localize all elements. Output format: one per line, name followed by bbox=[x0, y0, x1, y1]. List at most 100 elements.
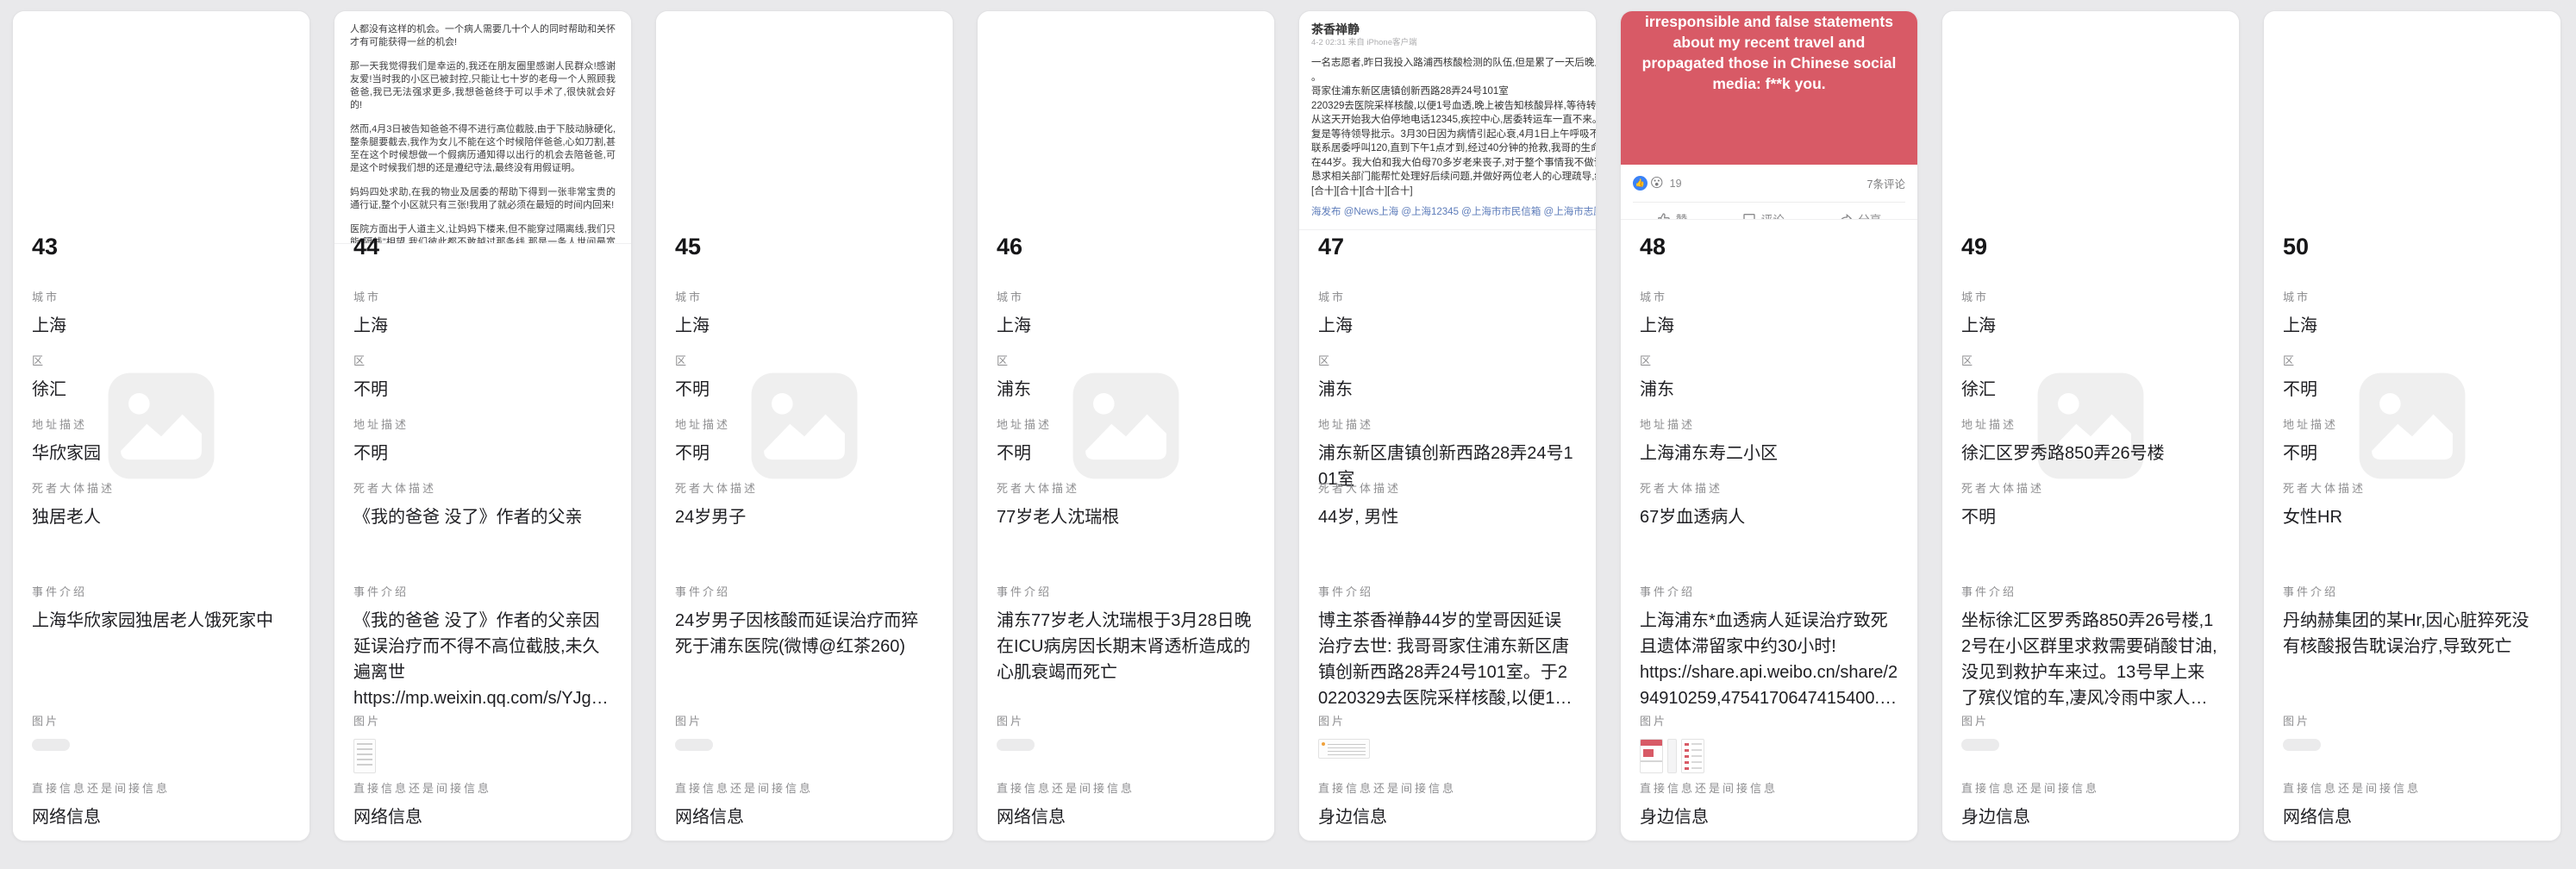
field-label-event: 事件介绍 bbox=[1961, 585, 2220, 599]
field-value-direct: 网络信息 bbox=[2283, 804, 2542, 830]
field-label-direct: 直接信息还是间接信息 bbox=[353, 782, 612, 796]
field-value-event: 上海华欣家园独居老人饿死家中 bbox=[32, 608, 291, 634]
field-value-event: 浦东77岁老人沈瑞根于3月28日晚在ICU病房因长期末肾透析造成的心肌衰竭而死亡 bbox=[997, 608, 1255, 685]
record-card-47[interactable]: 茶香禅静 4-2 02:31 来自 iPhone客户端 一名志愿者,昨日我投入路… bbox=[1298, 10, 1597, 841]
field-value-address: 不明 bbox=[997, 441, 1255, 466]
field-label-direct: 直接信息还是间接信息 bbox=[32, 782, 291, 796]
field-value-district: 浦东 bbox=[1640, 377, 1898, 403]
field-label-deceased: 死者大体描述 bbox=[32, 482, 291, 496]
field-label-address: 地址描述 bbox=[353, 418, 612, 432]
field-label-direct: 直接信息还是间接信息 bbox=[997, 782, 1255, 796]
field-label-district: 区 bbox=[32, 354, 291, 368]
field-label-image: 图片 bbox=[2283, 715, 2542, 728]
record-number: 48 bbox=[1640, 232, 1898, 261]
field-label-image: 图片 bbox=[1961, 715, 2220, 728]
record-card-48[interactable]: irresponsible and false statements about… bbox=[1620, 10, 1918, 841]
attachment-thumbnail[interactable] bbox=[1681, 739, 1704, 773]
field-label-district: 区 bbox=[1961, 354, 2220, 368]
field-label-event: 事件介绍 bbox=[1640, 585, 1898, 599]
field-value-address: 华欣家园 bbox=[32, 441, 291, 466]
field-value-direct: 网络信息 bbox=[675, 804, 934, 830]
field-label-address: 地址描述 bbox=[675, 418, 934, 432]
field-label-deceased: 死者大体描述 bbox=[353, 482, 612, 496]
field-value-address: 不明 bbox=[353, 441, 612, 466]
field-label-deceased: 死者大体描述 bbox=[1318, 482, 1577, 496]
field-value-address: 不明 bbox=[675, 441, 934, 466]
field-label-city: 城市 bbox=[997, 291, 1255, 304]
weibo-post-text: 复是等待领导批示。3月30日因为病情引起心衰,4月1日上午呼吸不畅, bbox=[1311, 128, 1596, 142]
attachment-thumbnail[interactable] bbox=[675, 739, 713, 751]
field-label-deceased: 死者大体描述 bbox=[997, 482, 1255, 496]
attachment-thumbnail[interactable] bbox=[2283, 739, 2321, 751]
attachment-thumbnail[interactable] bbox=[1640, 739, 1663, 773]
attachment-thumbnail[interactable] bbox=[1318, 739, 1370, 759]
weibo-username: 茶香禅静 bbox=[1311, 22, 1596, 37]
field-label-district: 区 bbox=[353, 354, 612, 368]
comment-count: 7条评论 bbox=[1867, 175, 1905, 191]
field-value-district: 浦东 bbox=[997, 377, 1255, 403]
record-card-49[interactable]: 49 城市上海 区徐汇 地址描述徐汇区罗秀路850弄26号楼 死者大体描述不明 … bbox=[1941, 10, 2240, 841]
field-label-event: 事件介绍 bbox=[1318, 585, 1577, 599]
attachment-thumbnail[interactable] bbox=[997, 739, 1035, 751]
record-number: 43 bbox=[32, 232, 291, 261]
field-label-address: 地址描述 bbox=[1640, 418, 1898, 432]
weibo-post-text: 220329去医院采样核酸,以便1号血透,晚上被告知核酸异样,等待转移 bbox=[1311, 99, 1596, 114]
field-value-deceased: 77岁老人沈瑞根 bbox=[997, 504, 1255, 530]
field-value-event: 丹纳赫集团的某Hr,因心脏猝死没有核酸报告耽误治疗,导致死亡 bbox=[2283, 608, 2542, 660]
field-value-city: 上海 bbox=[675, 313, 934, 339]
field-value-district: 不明 bbox=[675, 377, 934, 403]
field-value-address: 不明 bbox=[2283, 441, 2542, 466]
field-value-deceased: 独居老人 bbox=[32, 504, 291, 530]
field-value-deceased: 《我的爸爸 没了》作者的父亲 bbox=[353, 504, 612, 530]
weibo-post-text: [合十][合十][合十][合十] bbox=[1311, 184, 1596, 199]
record-card-46[interactable]: 46 城市上海 区浦东 地址描述不明 死者大体描述77岁老人沈瑞根 事件介绍浦东… bbox=[977, 10, 1275, 841]
record-card-50[interactable]: 50 城市上海 区不明 地址描述不明 死者大体描述女性HR 事件介绍丹纳赫集团的… bbox=[2263, 10, 2561, 841]
field-value-event: 24岁男子因核酸而延误治疗而猝死于浦东医院(微博@红茶260) bbox=[675, 608, 934, 660]
field-label-city: 城市 bbox=[1318, 291, 1577, 304]
record-card-44[interactable]: 人都没有这样的机会。一个病人需要几十个人的同时帮助和关怀才有可能获得一丝的机会!… bbox=[334, 10, 632, 841]
field-value-direct: 身边信息 bbox=[1961, 804, 2220, 830]
field-value-deceased: 不明 bbox=[1961, 504, 2220, 530]
field-label-city: 城市 bbox=[2283, 291, 2542, 304]
field-label-address: 地址描述 bbox=[1318, 418, 1577, 432]
field-value-deceased: 44岁, 男性 bbox=[1318, 504, 1577, 530]
article-paragraph: 人都没有这样的机会。一个病人需要几十个人的同时帮助和关怀才有可能获得一丝的机会! bbox=[350, 23, 616, 49]
field-label-district: 区 bbox=[1640, 354, 1898, 368]
field-value-direct: 网络信息 bbox=[32, 804, 291, 830]
record-card-43[interactable]: 43 城市上海 区徐汇 地址描述华欣家园 死者大体描述独居老人 事件介绍上海华欣… bbox=[12, 10, 310, 841]
field-label-city: 城市 bbox=[32, 291, 291, 304]
field-label-district: 区 bbox=[675, 354, 934, 368]
field-value-city: 上海 bbox=[2283, 313, 2542, 339]
field-label-event: 事件介绍 bbox=[997, 585, 1255, 599]
field-label-address: 地址描述 bbox=[2283, 418, 2542, 432]
field-value-city: 上海 bbox=[1318, 313, 1577, 339]
field-label-district: 区 bbox=[997, 354, 1255, 368]
field-label-deceased: 死者大体描述 bbox=[675, 482, 934, 496]
field-label-event: 事件介绍 bbox=[2283, 585, 2542, 599]
field-value-city: 上海 bbox=[353, 313, 612, 339]
weibo-post-text: 。 bbox=[1311, 71, 1596, 85]
comment-icon bbox=[1742, 212, 1756, 220]
field-label-image: 图片 bbox=[1640, 715, 1898, 728]
wow-reaction-icon: 😮 bbox=[1650, 176, 1664, 191]
attachment-thumbnail[interactable] bbox=[1961, 739, 1999, 751]
article-paragraph: 那一天我觉得我们是幸运的,我还在朋友圈里感谢人民群众!感谢友爱!当时我的小区已被… bbox=[350, 60, 616, 112]
attachment-thumbnail[interactable] bbox=[1667, 739, 1677, 773]
weibo-post-text: 从这天开始我大伯停地电话12345,疾控中心,居委转运车一直不来。永 bbox=[1311, 113, 1596, 128]
attachment-thumbnail[interactable] bbox=[32, 739, 70, 751]
field-label-image: 图片 bbox=[32, 715, 291, 728]
field-label-event: 事件介绍 bbox=[675, 585, 934, 599]
field-value-city: 上海 bbox=[997, 313, 1255, 339]
weibo-mention-links: 海发布 @News上海 @上海12345 @上海市市民信箱 @上海市志愿者协会 bbox=[1311, 205, 1596, 220]
field-value-city: 上海 bbox=[1640, 313, 1898, 339]
field-label-address: 地址描述 bbox=[1961, 418, 2220, 432]
facebook-reactions: 👍 😮 19 bbox=[1633, 176, 1682, 191]
card-cover-article-screenshot: 人都没有这样的机会。一个病人需要几十个人的同时帮助和关怀才有可能获得一丝的机会!… bbox=[335, 11, 631, 244]
field-label-image: 图片 bbox=[1318, 715, 1577, 728]
attachment-thumbnail[interactable] bbox=[353, 739, 376, 773]
field-value-direct: 网络信息 bbox=[997, 804, 1255, 830]
facebook-share-button: 分享 bbox=[1839, 210, 1881, 220]
record-card-45[interactable]: 45 城市上海 区不明 地址描述不明 死者大体描述24岁男子 事件介绍24岁男子… bbox=[655, 10, 953, 841]
record-number: 45 bbox=[675, 232, 934, 261]
field-label-district: 区 bbox=[2283, 354, 2542, 368]
